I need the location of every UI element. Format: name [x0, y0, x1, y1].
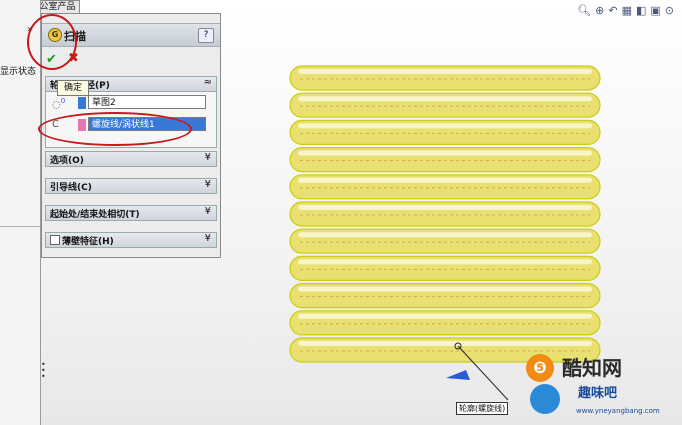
- profile-selection-box[interactable]: 草图2: [88, 95, 206, 109]
- watermark-main-text: 酷知网: [562, 356, 622, 380]
- zoom-to-fit-icon[interactable]: 🔍︎: [577, 4, 591, 17]
- property-manager: G 扫描 ? ✔ ✖ 轮廓和路径(P) ≈ ◌0 草图2 C 螺旋线/涡状线1 …: [41, 13, 221, 258]
- x-icon: ✖: [68, 51, 79, 66]
- help-button[interactable]: ?: [198, 28, 214, 43]
- check-icon: ✔: [46, 52, 57, 67]
- view-toolbar: 🔍︎ ⊕ ↶ ▦ ◧ ▣ ⊙: [577, 4, 674, 17]
- ok-button[interactable]: ✔: [46, 52, 57, 67]
- section-label: 起始处/结束处相切(T): [50, 210, 140, 220]
- watermark-logo-icon-2: [530, 384, 560, 414]
- section-guide-curves[interactable]: 引导线(C) ¥: [45, 178, 217, 194]
- section-label: 选项(O): [50, 156, 84, 166]
- profile-color-swatch: [78, 97, 86, 109]
- spring-coil[interactable]: [289, 119, 601, 146]
- expand-chevron-icon: ¥: [204, 233, 211, 244]
- expand-chevron-icon: ¥: [204, 152, 211, 163]
- section-options[interactable]: 选项(O) ¥: [45, 151, 217, 167]
- pane-divider: [0, 226, 40, 227]
- section-thin-feature[interactable]: 薄壁特征(H) ¥: [45, 232, 217, 248]
- watermark: ❺ 酷知网 趣味吧 www.yneyangbang.com: [512, 352, 682, 425]
- profile-selection-row: ◌0 草图2: [50, 95, 210, 111]
- profile-icon: ◌0: [52, 97, 66, 111]
- expand-chevron-icon: ¥: [204, 179, 211, 190]
- feature-header: G 扫描 ?: [42, 23, 220, 47]
- spring-coil[interactable]: [289, 228, 601, 254]
- section-label: 薄壁特征(H): [62, 237, 114, 247]
- spring-coil[interactable]: [289, 255, 601, 281]
- feature-tree-pane: » 显示状态: [0, 0, 41, 425]
- watermark-url: www.yneyangbang.com: [576, 407, 660, 415]
- expand-chevron-icon: ¥: [204, 206, 211, 217]
- spring-coil[interactable]: [289, 174, 601, 200]
- ok-tooltip: 确定: [57, 80, 89, 96]
- zoom-area-icon[interactable]: ⊕: [595, 4, 604, 17]
- collapse-chevron-icon[interactable]: ≈: [204, 77, 212, 88]
- display-style-icon[interactable]: ▣: [650, 4, 660, 17]
- reference-triad: [446, 342, 509, 401]
- cancel-button[interactable]: ✖: [68, 51, 79, 66]
- section-start-end-tangency[interactable]: 起始处/结束处相切(T) ¥: [45, 205, 217, 221]
- section-view-icon[interactable]: ▦: [622, 4, 632, 17]
- spring-coil[interactable]: [289, 146, 601, 173]
- spring-coil[interactable]: [289, 283, 601, 309]
- sweep-feature-icon: G: [48, 28, 62, 42]
- path-selection-row: C 螺旋线/涡状线1: [50, 117, 210, 133]
- path-icon: C: [52, 119, 59, 130]
- view-orientation-icon[interactable]: ◧: [636, 4, 646, 17]
- spring-coil[interactable]: [289, 92, 601, 118]
- feature-title: 扫描: [64, 30, 86, 43]
- thin-feature-checkbox[interactable]: [50, 235, 60, 245]
- display-state-label: 显示状态: [0, 67, 37, 77]
- path-callout-label: 轮廓(螺旋线): [456, 402, 509, 415]
- path-selection-box[interactable]: 螺旋线/涡状线1: [88, 117, 206, 131]
- watermark-sub-text: 趣味吧: [578, 386, 618, 401]
- expand-chevron-icon[interactable]: »: [27, 24, 33, 35]
- spring-coil[interactable]: [289, 201, 601, 227]
- section-label: 引导线(C): [50, 183, 92, 193]
- spring-coil[interactable]: [289, 310, 601, 336]
- spring-coil[interactable]: [289, 65, 601, 91]
- panel-resize-handle[interactable]: • • •: [41, 361, 46, 382]
- previous-view-icon[interactable]: ↶: [608, 4, 617, 17]
- hide-show-icon[interactable]: ⊙: [665, 4, 674, 17]
- watermark-logo-icon: ❺: [526, 354, 554, 382]
- path-color-swatch: [78, 119, 86, 131]
